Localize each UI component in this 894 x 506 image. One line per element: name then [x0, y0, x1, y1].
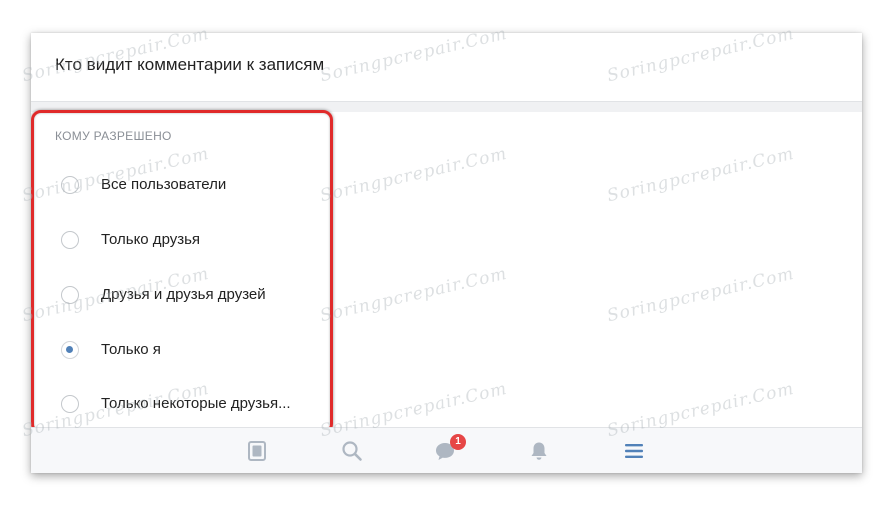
option-some-friends[interactable]: Только некоторые друзья...: [49, 384, 349, 424]
option-friends-of-friends[interactable]: Друзья и друзья друзей: [49, 275, 349, 315]
option-friends-only[interactable]: Только друзья: [49, 220, 349, 260]
option-all-users[interactable]: Все пользователи: [49, 165, 349, 205]
tab-messages[interactable]: 1: [424, 428, 468, 473]
header: Кто видит комментарии к записям: [31, 33, 862, 101]
section-caption: КОМУ РАЗРЕШЕНО: [55, 129, 172, 143]
radio-button-checked[interactable]: [61, 341, 79, 359]
header-separator: [31, 101, 862, 112]
tab-notifications[interactable]: [518, 428, 562, 473]
unread-badge: 1: [450, 434, 466, 450]
app-screen: Кто видит комментарии к записям КОМУ РАЗ…: [31, 33, 862, 473]
menu-icon: [625, 444, 643, 458]
radio-button[interactable]: [61, 231, 79, 249]
tab-menu[interactable]: [613, 428, 657, 473]
radio-button[interactable]: [61, 395, 79, 413]
option-label: Только некоторые друзья...: [101, 395, 291, 412]
page-title: Кто видит комментарии к записям: [55, 55, 325, 74]
bell-icon: [531, 442, 547, 460]
option-label: Друзья и друзья друзей: [101, 286, 266, 303]
search-icon: [342, 441, 362, 461]
option-label: Все пользователи: [101, 176, 227, 193]
radio-button[interactable]: [61, 176, 79, 194]
tab-search[interactable]: [331, 428, 375, 473]
option-only-me[interactable]: Только я: [49, 330, 349, 370]
tab-news[interactable]: [236, 428, 280, 473]
option-label: Только друзья: [101, 231, 201, 248]
bottom-tab-bar: 1: [31, 427, 862, 473]
option-label: Только я: [101, 341, 161, 358]
news-icon: [248, 441, 266, 461]
radio-button[interactable]: [61, 286, 79, 304]
